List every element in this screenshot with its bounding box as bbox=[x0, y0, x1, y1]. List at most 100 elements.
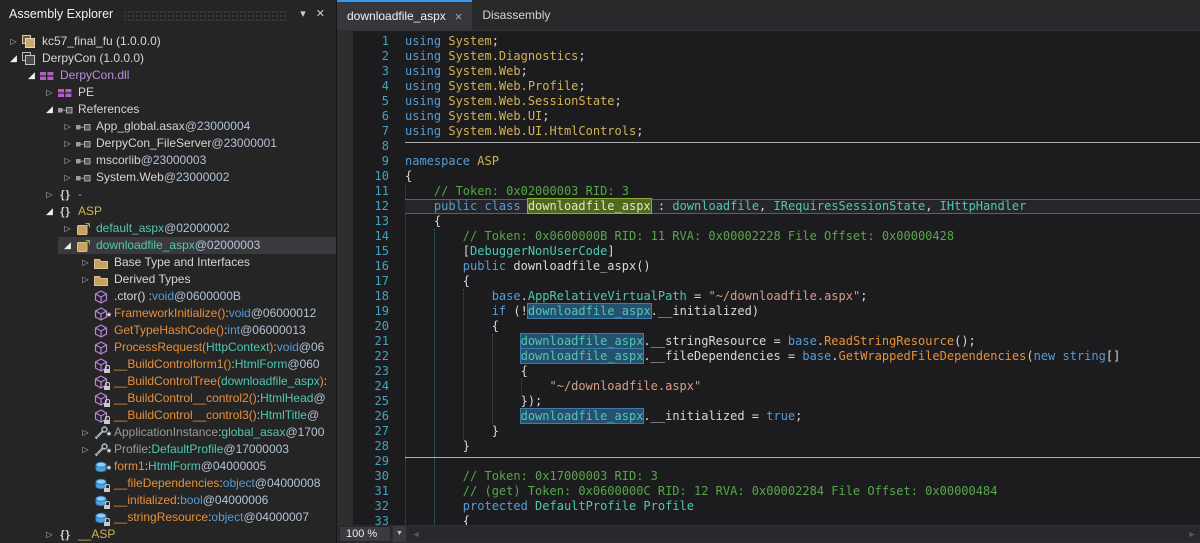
code-editor[interactable]: 1using System;2using System.Diagnostics;… bbox=[337, 30, 1200, 543]
tree-item[interactable]: __BuildControlTree(downloadfile_aspx) : bbox=[0, 373, 336, 390]
code-line[interactable]: 4using System.Web.Profile; bbox=[353, 79, 1200, 94]
tree-item[interactable]: ◢{ }ASP bbox=[0, 203, 336, 220]
scroll-right-icon[interactable]: ► bbox=[1185, 527, 1199, 541]
code-line[interactable]: 18 base.AppRelativeVirtualPath = "~/down… bbox=[353, 289, 1200, 304]
code-line[interactable]: 32 protected DefaultProfile Profile bbox=[353, 499, 1200, 514]
collapse-icon[interactable]: ◢ bbox=[6, 50, 21, 67]
code-line[interactable]: 10{ bbox=[353, 169, 1200, 184]
collapse-icon[interactable]: ◢ bbox=[42, 203, 57, 220]
tree-item[interactable]: __initialized : bool @04000006 bbox=[0, 492, 336, 509]
tree-item[interactable]: ▷Derived Types bbox=[0, 271, 336, 288]
code-line[interactable]: 20 { bbox=[353, 319, 1200, 334]
code-line[interactable]: 24 "~/downloadfile.aspx" bbox=[353, 379, 1200, 394]
expand-icon[interactable]: ▷ bbox=[42, 186, 57, 203]
tree-item-label: @23000001 bbox=[211, 135, 277, 152]
expand-icon[interactable]: ▷ bbox=[78, 441, 93, 458]
expand-icon[interactable]: ▷ bbox=[60, 169, 75, 186]
code-line[interactable]: 15 [DebuggerNonUserCode] bbox=[353, 244, 1200, 259]
lock-badge-icon bbox=[104, 522, 110, 526]
tab-disassembly[interactable]: Disassembly bbox=[472, 0, 560, 30]
tree-item[interactable]: ▷*ApplicationInstance : global_asax @170… bbox=[0, 424, 336, 441]
tree-item[interactable]: ▷PE bbox=[0, 84, 336, 101]
tree-item[interactable]: __BuildControl__control2() : HtmlHead @ bbox=[0, 390, 336, 407]
expand-icon[interactable]: ▷ bbox=[60, 152, 75, 169]
code-line[interactable]: 2using System.Diagnostics; bbox=[353, 49, 1200, 64]
scroll-left-icon[interactable]: ◄ bbox=[409, 527, 423, 541]
tree-item[interactable]: __stringResource : object @04000007 bbox=[0, 509, 336, 526]
tree-item[interactable]: ◢References bbox=[0, 101, 336, 118]
code-line[interactable]: 22 downloadfile_aspx.__fileDependencies … bbox=[353, 349, 1200, 364]
horizontal-scrollbar[interactable]: ◄ ► bbox=[409, 527, 1199, 541]
expand-icon[interactable]: ▷ bbox=[42, 526, 57, 543]
collapse-icon[interactable]: ◢ bbox=[60, 237, 75, 254]
code-line[interactable]: 12 public class downloadfile_aspx : down… bbox=[353, 199, 1200, 214]
tree-item[interactable]: .ctor() : void @0600000B bbox=[0, 288, 336, 305]
code-line[interactable]: 30 // Token: 0x17000003 RID: 3 bbox=[353, 469, 1200, 484]
code-line[interactable]: 7using System.Web.UI.HtmlControls; bbox=[353, 124, 1200, 139]
code-line[interactable]: 31 // (get) Token: 0x0600000C RID: 12 RV… bbox=[353, 484, 1200, 499]
expand-icon[interactable]: ▷ bbox=[6, 33, 21, 50]
zoom-dropdown-button[interactable]: ▼ bbox=[393, 526, 406, 542]
tree-item-label: void bbox=[152, 288, 174, 305]
code-line[interactable]: 25 }); bbox=[353, 394, 1200, 409]
tree-item[interactable]: *form1 : HtmlForm @04000005 bbox=[0, 458, 336, 475]
code-text: public class downloadfile_aspx : downloa… bbox=[405, 199, 1200, 214]
tree-item[interactable]: __BuildControl__control3() : HtmlTitle @ bbox=[0, 407, 336, 424]
expand-icon[interactable]: ▷ bbox=[60, 135, 75, 152]
tree-item[interactable]: ▷{ }__ASP bbox=[0, 526, 336, 543]
tree-item[interactable]: ▷Base Type and Interfaces bbox=[0, 254, 336, 271]
code-line[interactable]: 17 { bbox=[353, 274, 1200, 289]
editor-left-margin[interactable] bbox=[337, 30, 353, 543]
code-line[interactable]: 6using System.Web.UI; bbox=[353, 109, 1200, 124]
tree-item-label: void bbox=[277, 339, 299, 356]
tree-item[interactable]: ▷System.Web @23000002 bbox=[0, 169, 336, 186]
zoom-level-combo[interactable]: 100 % bbox=[339, 526, 391, 542]
code-line[interactable]: 28 } bbox=[353, 439, 1200, 454]
code-line[interactable]: 9namespace ASP bbox=[353, 154, 1200, 169]
collapse-icon[interactable]: ◢ bbox=[24, 67, 39, 84]
tab-close-icon[interactable]: × bbox=[455, 9, 463, 24]
tree-item[interactable]: ◢DerpyCon.dll bbox=[0, 67, 336, 84]
code-line[interactable]: 16 public downloadfile_aspx() bbox=[353, 259, 1200, 274]
tree-item[interactable]: ▷mscorlib @23000003 bbox=[0, 152, 336, 169]
tree-item[interactable]: ▷default_aspx @02000002 bbox=[0, 220, 336, 237]
module-icon bbox=[39, 68, 55, 84]
code-line[interactable]: 13 { bbox=[353, 214, 1200, 229]
tab-downloadfile-aspx[interactable]: downloadfile_aspx × bbox=[337, 0, 472, 30]
expand-icon[interactable]: ▷ bbox=[60, 220, 75, 237]
code-line[interactable]: 27 } bbox=[353, 424, 1200, 439]
tree-item[interactable]: __BuildControlform1() : HtmlForm @060 bbox=[0, 356, 336, 373]
code-line[interactable]: 5using System.Web.SessionState; bbox=[353, 94, 1200, 109]
expand-icon[interactable]: ▷ bbox=[78, 271, 93, 288]
code-line[interactable]: 3using System.Web; bbox=[353, 64, 1200, 79]
code-line[interactable]: 1using System; bbox=[353, 34, 1200, 49]
tree-item[interactable]: ProcessRequest(HttpContext) : void @06 bbox=[0, 339, 336, 356]
code-line[interactable]: 11 // Token: 0x02000003 RID: 3 bbox=[353, 184, 1200, 199]
code-line[interactable]: 21 downloadfile_aspx.__stringResource = … bbox=[353, 334, 1200, 349]
tree-item[interactable]: ▷App_global.asax @23000004 bbox=[0, 118, 336, 135]
expand-icon[interactable]: ▷ bbox=[78, 424, 93, 441]
tree-item-label: HtmlForm bbox=[235, 356, 288, 373]
tree-item[interactable]: __fileDependencies : object @04000008 bbox=[0, 475, 336, 492]
panel-drag-grip[interactable] bbox=[123, 10, 287, 21]
tree-item[interactable]: GetTypeHashCode() : int @06000013 bbox=[0, 322, 336, 339]
code-line[interactable]: 14 // Token: 0x0600000B RID: 11 RVA: 0x0… bbox=[353, 229, 1200, 244]
code-line[interactable]: 23 { bbox=[353, 364, 1200, 379]
tree-item[interactable]: ▷DerpyCon_FileServer @23000001 bbox=[0, 135, 336, 152]
tree-item[interactable]: *FrameworkInitialize() : void @06000012 bbox=[0, 305, 336, 322]
collapse-icon[interactable]: ◢ bbox=[42, 101, 57, 118]
tree-item[interactable]: ▷{ }- bbox=[0, 186, 336, 203]
chevron-down-icon[interactable]: ▾ bbox=[295, 6, 311, 21]
tree-item[interactable]: ▷*Profile : DefaultProfile @17000003 bbox=[0, 441, 336, 458]
expand-icon[interactable]: ▷ bbox=[42, 84, 57, 101]
close-icon[interactable]: ✕ bbox=[311, 6, 330, 21]
expand-icon[interactable]: ▷ bbox=[78, 254, 93, 271]
namespace-icon: { } bbox=[57, 204, 73, 220]
code-line[interactable]: 26 downloadfile_aspx.__initialized = tru… bbox=[353, 409, 1200, 424]
code-token bbox=[405, 469, 463, 483]
expand-icon[interactable]: ▷ bbox=[60, 118, 75, 135]
code-line[interactable]: 19 if (!downloadfile_aspx.__initialized) bbox=[353, 304, 1200, 319]
tree-item[interactable]: ◢DerpyCon (1.0.0.0) bbox=[0, 50, 336, 67]
tree-item[interactable]: ▷kc57_final_fu (1.0.0.0) bbox=[0, 33, 336, 50]
tree-item[interactable]: ◢downloadfile_aspx @02000003 bbox=[0, 237, 336, 254]
